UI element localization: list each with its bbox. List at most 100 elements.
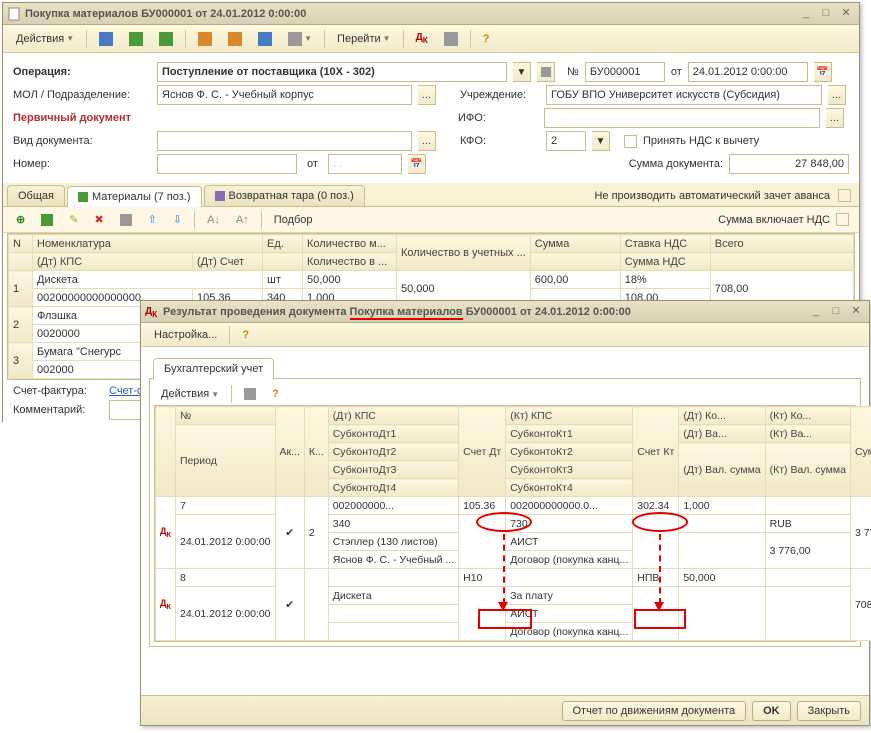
docsum-input[interactable]: 27 848,00 (729, 154, 849, 174)
kfo-input[interactable]: 2 (546, 131, 586, 151)
sum-includes-vat-checkbox[interactable] (836, 213, 849, 226)
row-fill[interactable] (113, 211, 139, 229)
operation-input[interactable]: Поступление от поставщика (10Х - 302) (157, 62, 507, 82)
mol-select[interactable]: … (418, 85, 436, 105)
org-select[interactable]: … (828, 85, 846, 105)
goto-menu[interactable]: Перейти▼ (330, 30, 398, 48)
org-label: Учреждение: (460, 89, 540, 101)
sort-desc[interactable]: A↑ (229, 211, 256, 229)
tab-tara[interactable]: Возвратная тара (0 поз.) (204, 185, 365, 206)
maximize-button[interactable]: □ (817, 7, 835, 21)
number-input[interactable] (157, 154, 297, 174)
row-copy[interactable] (34, 211, 60, 229)
tool-post[interactable] (122, 29, 150, 49)
operation-open[interactable] (537, 62, 555, 82)
comment-label: Комментарий: (13, 404, 103, 416)
tool-basis[interactable] (221, 29, 249, 49)
doctype-input[interactable] (157, 131, 412, 151)
docdate-label: от (671, 66, 682, 78)
doc-icon (7, 7, 21, 21)
from-label: от (307, 158, 318, 170)
actions-menu[interactable]: Действия▼ (9, 30, 81, 48)
kfo-dropdown[interactable]: ▼ (592, 131, 610, 151)
row-add[interactable]: ⊕ (9, 210, 32, 229)
col-kps[interactable]: (Дт) КПС (33, 253, 193, 271)
posting-row[interactable]: ДК 7 ✔ 2 002000000... 105.36 00200000000… (156, 497, 871, 515)
vat-deduct-checkbox[interactable] (624, 135, 637, 148)
ifo-select[interactable]: … (826, 108, 844, 128)
sum-includes-vat-label: Сумма включает НДС (718, 214, 830, 226)
from-date-picker[interactable]: 📅 (408, 154, 426, 174)
posting-result-window: ДК Результат проведения документа Покупк… (140, 300, 870, 726)
row-edit[interactable]: ✎ (62, 210, 85, 229)
table-row[interactable]: 1 Дискета шт 50,000 50,000 600,00 18% 70… (9, 271, 854, 289)
ifo-label: ИФО: (458, 112, 538, 124)
docsum-label: Сумма документа: (629, 158, 723, 170)
close-button[interactable]: ✕ (837, 7, 855, 21)
col-total[interactable]: Всего (710, 235, 853, 253)
tool-help[interactable]: ? (476, 30, 497, 48)
help-button[interactable]: ? (235, 326, 256, 344)
no-auto-offset-checkbox[interactable] (838, 189, 851, 202)
row-down[interactable]: ⇩ (166, 210, 189, 229)
mol-label: МОЛ / Подразделение: (13, 89, 151, 101)
col-acct[interactable]: (Дт) Счет (193, 253, 263, 271)
doctype-select[interactable]: … (418, 131, 436, 151)
primary-doc-header: Первичный документ (13, 112, 151, 124)
tool-save[interactable] (92, 29, 120, 49)
org-input[interactable]: ГОБУ ВПО Университет искусств (Субсидия) (546, 85, 822, 105)
no-auto-offset-label: Не производить автоматический зачет аван… (590, 186, 834, 206)
vat-deduct-label: Принять НДС к вычету (643, 135, 759, 147)
docnum-prefix: № (567, 66, 579, 78)
close-button[interactable]: Закрыть (797, 701, 861, 721)
tool2[interactable]: ? (265, 385, 286, 403)
invoice-label: Счет-фактура: (13, 385, 103, 397)
mol-input[interactable]: Яснов Ф. С. - Учебный корпус (157, 85, 412, 105)
col-nomen[interactable]: Номенклатура (33, 235, 263, 253)
number-label: Номер: (13, 158, 151, 170)
tab-materials[interactable]: Материалы (7 поз.) (67, 186, 202, 207)
tool-refresh[interactable] (251, 29, 279, 49)
window2-title: Результат проведения документа Покупка м… (163, 306, 805, 318)
actions-menu[interactable]: Действия▼ (154, 385, 226, 403)
ifo-input[interactable] (544, 108, 820, 128)
pick-button[interactable]: Подбор (267, 211, 320, 229)
operation-dropdown[interactable]: ▼ (513, 62, 531, 82)
col-qty[interactable]: Количество м... (303, 235, 397, 253)
minimize-button[interactable]: _ (807, 305, 825, 319)
docdate-picker[interactable]: 📅 (814, 62, 832, 82)
minimize-button[interactable]: _ (797, 7, 815, 21)
col-vatsum[interactable]: Сумма НДС (620, 253, 710, 271)
ok-button[interactable]: OK (752, 701, 791, 721)
col-qtyu[interactable]: Количество в учетных ... (397, 235, 531, 271)
report-movements-button[interactable]: Отчет по движениям документа (562, 701, 747, 721)
col-vat[interactable]: Ставка НДС (620, 235, 710, 253)
doc-icon: ДК (145, 305, 159, 319)
posting-row[interactable]: ДК 8 ✔ Н10 НПВ 50,000 708,00 Поступление… (156, 569, 871, 587)
maximize-button[interactable]: □ (827, 305, 845, 319)
settings-button[interactable]: Настройка... (147, 326, 224, 344)
window-title: Покупка материалов БУ000001 от 24.01.201… (25, 8, 795, 20)
operation-label: Операция: (13, 66, 151, 78)
doctype-label: Вид документа: (13, 135, 151, 147)
col-sum[interactable]: Сумма (530, 235, 620, 253)
close-button[interactable]: ✕ (847, 305, 865, 319)
sort-asc[interactable]: A↓ (200, 211, 227, 229)
tab-general[interactable]: Общая (7, 185, 65, 206)
tab-accounting[interactable]: Бухгалтерский учет (153, 358, 274, 379)
tool1[interactable] (237, 385, 263, 403)
docnum-input[interactable]: БУ000001 (585, 62, 665, 82)
col-n[interactable]: N (9, 235, 33, 253)
row-up[interactable]: ⇧ (141, 210, 164, 229)
tool-more[interactable]: ▼ (281, 29, 319, 49)
row-delete[interactable]: ✖ (87, 210, 110, 229)
docdate-input[interactable]: 24.01.2012 0:00:00 (688, 62, 808, 82)
tool-repost[interactable] (152, 29, 180, 49)
tool-dk[interactable]: ДК (409, 29, 435, 48)
col-unit[interactable]: Ед. (263, 235, 303, 253)
tool-copy[interactable] (191, 29, 219, 49)
tool-report[interactable] (437, 29, 465, 49)
kfo-label: КФО: (460, 135, 540, 147)
from-date-input[interactable]: . . (328, 154, 402, 174)
col-qty2[interactable]: Количество в ... (303, 253, 397, 271)
